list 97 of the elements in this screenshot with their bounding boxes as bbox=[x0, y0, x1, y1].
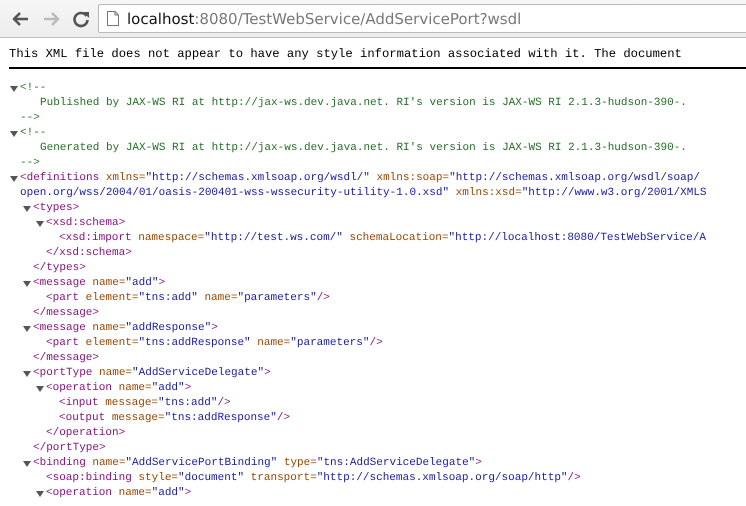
attribute-value: "addResponse" bbox=[125, 321, 212, 336]
expand-triangle-icon[interactable] bbox=[23, 204, 33, 212]
xml-tag: <operation bbox=[46, 486, 112, 501]
attribute-value: "http://schemas.xmlsoap.org/wsdl/" bbox=[145, 171, 370, 186]
url-text: localhost:8080/TestWebService/AddServicePort?wsdl bbox=[127, 10, 522, 28]
comment-close: --> bbox=[20, 111, 40, 126]
attribute-value: "tns:addResponse" bbox=[138, 336, 251, 351]
attribute-name: xmlns:soap= bbox=[375, 171, 450, 186]
comment-open: <!-- bbox=[20, 81, 46, 96]
attribute-value: "add" bbox=[125, 276, 158, 291]
expand-triangle-icon[interactable] bbox=[10, 84, 20, 92]
comment-close: --> bbox=[20, 156, 40, 171]
attribute-name: xmlns= bbox=[104, 171, 146, 186]
attribute-name: name= bbox=[118, 486, 152, 501]
attribute-value: "AddServiceDelegate" bbox=[132, 366, 264, 381]
xml-tag: > bbox=[264, 366, 271, 381]
attribute-value: open.org/wss/2004/01/oasis-200401-wss-wssecurity-utility-1.0.xsd" bbox=[20, 186, 450, 201]
page-icon bbox=[107, 11, 119, 26]
xml-tag: <part bbox=[46, 291, 80, 306]
attribute-value: "document" bbox=[178, 471, 244, 486]
xml-tag: /> bbox=[316, 291, 330, 306]
xml-tag: > bbox=[211, 321, 218, 336]
xml-tag: </portType> bbox=[33, 441, 106, 456]
attribute-value: "http://schemas.xmlsoap.org/wsdl/soap/ bbox=[449, 171, 700, 186]
attribute-name: name= bbox=[91, 456, 126, 471]
expand-triangle-icon[interactable] bbox=[36, 490, 46, 498]
attribute-name: schemaLocation= bbox=[348, 231, 448, 246]
attribute-value: "http://localhost:8080/TestWebService/A bbox=[448, 231, 706, 246]
attribute-name: xmlns:xsd= bbox=[454, 186, 522, 201]
xml-tag: <xsd:import bbox=[59, 231, 132, 246]
expand-triangle-icon[interactable] bbox=[23, 460, 33, 468]
attribute-name: namespace= bbox=[137, 231, 204, 246]
xml-tag: <input bbox=[59, 396, 99, 411]
xml-tag: > bbox=[184, 381, 192, 396]
expand-triangle-icon[interactable] bbox=[23, 280, 33, 288]
attribute-value: "parameters" bbox=[237, 291, 317, 306]
xml-tag: /> bbox=[276, 411, 290, 426]
attribute-value: "parameters" bbox=[290, 336, 370, 351]
expand-triangle-icon[interactable] bbox=[36, 384, 46, 392]
comment-text: Generated by JAX-WS RI at http://jax-ws.dev.java.net. RI's version is JAX-WS RI 2.1.3-hudson-390-. bbox=[40, 141, 687, 156]
attribute-name: style= bbox=[137, 471, 178, 486]
expand-triangle-icon[interactable] bbox=[36, 220, 46, 228]
attribute-name: name= bbox=[91, 321, 126, 336]
attribute-name: message= bbox=[110, 411, 165, 426]
attribute-name: name= bbox=[118, 381, 152, 396]
xml-tag: </xsd:schema> bbox=[46, 246, 132, 261]
xml-tag: <part bbox=[46, 336, 80, 351]
attribute-name: name= bbox=[98, 366, 132, 381]
xml-tag: <types> bbox=[33, 201, 80, 216]
xml-tag: </types> bbox=[33, 261, 86, 276]
xml-tag: /> bbox=[217, 396, 231, 411]
attribute-name: type= bbox=[282, 456, 317, 471]
back-arrow-icon bbox=[12, 10, 30, 26]
attribute-name: message= bbox=[104, 396, 158, 411]
attribute-value: "tns:add" bbox=[138, 291, 198, 306]
attribute-name: name= bbox=[203, 291, 238, 306]
comment-text: Published by JAX-WS RI at http://jax-ws.dev.java.net. RI's version is JAX-WS RI 2.1.3-hudson-390-. bbox=[40, 96, 687, 111]
attribute-value: "http://schemas.xmlsoap.org/soap/http" bbox=[316, 471, 568, 486]
xml-tag: <output bbox=[59, 411, 106, 426]
xml-tag: <definitions bbox=[20, 171, 100, 186]
notice-text: This XML file does not appear to have any style information associated with it. The document bbox=[9, 47, 683, 62]
xml-tag: > bbox=[475, 456, 482, 471]
attribute-name: name= bbox=[91, 276, 126, 291]
comment-open: <!-- bbox=[20, 126, 46, 141]
reload-icon bbox=[72, 10, 90, 28]
attribute-value: "tns:AddServiceDelegate" bbox=[316, 456, 476, 471]
attribute-value: "http://www.w3.org/2001/XMLS bbox=[522, 186, 707, 201]
expand-triangle-icon[interactable] bbox=[10, 130, 20, 138]
xml-tag: <portType bbox=[33, 366, 92, 381]
xml-tag: </message> bbox=[33, 306, 100, 321]
forward-arrow-icon bbox=[42, 10, 60, 26]
xml-tag: </message> bbox=[33, 351, 100, 366]
xml-tag: <binding bbox=[33, 456, 86, 471]
xml-tag: <operation bbox=[46, 381, 112, 396]
xml-tag: > bbox=[184, 486, 192, 501]
xml-tag: /> bbox=[369, 336, 383, 351]
xml-tag: <soap:binding bbox=[46, 471, 132, 486]
attribute-value: "tns:addResponse" bbox=[164, 411, 277, 426]
xml-tag: <xsd:schema> bbox=[46, 216, 126, 231]
address-bar[interactable]: localhost:8080/TestWebService/AddServicePort?wsdl bbox=[98, 4, 746, 33]
attribute-value: "tns:add" bbox=[158, 396, 218, 411]
attribute-value: "AddServicePortBinding" bbox=[125, 456, 278, 471]
xml-tag: </operation> bbox=[46, 426, 126, 441]
attribute-value: "add" bbox=[152, 486, 185, 501]
xml-tag: /> bbox=[568, 471, 581, 486]
attribute-name: name= bbox=[256, 336, 290, 351]
xml-tag: > bbox=[158, 276, 166, 291]
expand-triangle-icon[interactable] bbox=[10, 174, 20, 182]
expand-triangle-icon[interactable] bbox=[23, 370, 33, 378]
attribute-name: element= bbox=[84, 336, 138, 351]
attribute-value: "http://test.ws.com/" bbox=[204, 231, 343, 246]
attribute-value: "add" bbox=[152, 381, 185, 396]
xml-tag: <message bbox=[33, 276, 86, 291]
expand-triangle-icon[interactable] bbox=[23, 324, 33, 332]
attribute-name: element= bbox=[84, 291, 138, 306]
attribute-name: transport= bbox=[250, 471, 317, 486]
xml-tag: <message bbox=[33, 321, 86, 336]
